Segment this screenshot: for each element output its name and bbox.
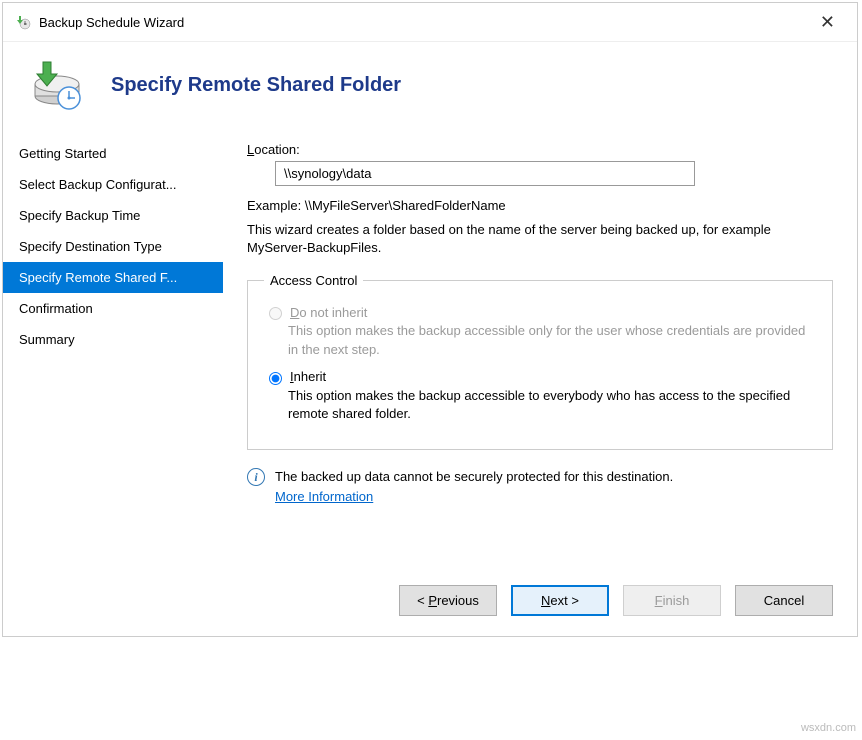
cancel-button[interactable]: Cancel bbox=[735, 585, 833, 616]
location-example: Example: \\MyFileServer\SharedFolderName bbox=[247, 198, 833, 213]
radio-do-not-inherit-label: Do not inherit bbox=[290, 305, 367, 320]
wizard-header-icon bbox=[27, 60, 87, 110]
finish-button: Finish bbox=[623, 585, 721, 616]
titlebar: Backup Schedule Wizard ✕ bbox=[3, 3, 857, 42]
info-message: The backed up data cannot be securely pr… bbox=[275, 469, 673, 484]
wizard-button-bar: < Previous Next > Finish Cancel bbox=[3, 567, 857, 636]
wizard-header: Specify Remote Shared Folder bbox=[3, 42, 857, 134]
access-control-group: Access Control Do not inherit This optio… bbox=[247, 273, 833, 450]
previous-button[interactable]: < Previous bbox=[399, 585, 497, 616]
next-button[interactable]: Next > bbox=[511, 585, 609, 616]
location-label: Location: bbox=[247, 142, 833, 157]
radio-inherit-desc: This option makes the backup accessible … bbox=[288, 387, 816, 423]
step-destination-type[interactable]: Specify Destination Type bbox=[3, 231, 223, 262]
wizard-steps-sidebar: Getting Started Select Backup Configurat… bbox=[3, 134, 223, 507]
info-panel: i The backed up data cannot be securely … bbox=[247, 468, 833, 506]
step-getting-started[interactable]: Getting Started bbox=[3, 138, 223, 169]
page-title: Specify Remote Shared Folder bbox=[111, 74, 401, 97]
access-control-legend: Access Control bbox=[264, 273, 363, 288]
step-select-configuration[interactable]: Select Backup Configurat... bbox=[3, 169, 223, 200]
more-information-link[interactable]: More Information bbox=[275, 488, 373, 506]
wizard-description: This wizard creates a folder based on th… bbox=[247, 221, 833, 257]
radio-inherit-label: Inherit bbox=[290, 369, 326, 384]
location-input[interactable] bbox=[275, 161, 695, 186]
radio-inherit-input[interactable] bbox=[269, 372, 282, 385]
window-title: Backup Schedule Wizard bbox=[39, 15, 810, 30]
close-button[interactable]: ✕ bbox=[810, 11, 845, 33]
info-icon: i bbox=[247, 468, 265, 486]
step-confirmation[interactable]: Confirmation bbox=[3, 293, 223, 324]
step-backup-time[interactable]: Specify Backup Time bbox=[3, 200, 223, 231]
info-text-block: The backed up data cannot be securely pr… bbox=[275, 468, 673, 506]
radio-do-not-inherit-desc: This option makes the backup accessible … bbox=[288, 322, 816, 358]
radio-do-not-inherit-input bbox=[269, 307, 282, 320]
step-remote-shared-folder[interactable]: Specify Remote Shared F... bbox=[3, 262, 223, 293]
watermark: wsxdn.com bbox=[801, 722, 856, 734]
radio-do-not-inherit: Do not inherit bbox=[264, 304, 816, 320]
radio-inherit[interactable]: Inherit bbox=[264, 369, 816, 385]
wizard-window: Backup Schedule Wizard ✕ Specify Remote … bbox=[2, 2, 858, 637]
step-summary[interactable]: Summary bbox=[3, 324, 223, 355]
wizard-content: Location: Example: \\MyFileServer\Shared… bbox=[223, 134, 857, 507]
app-icon bbox=[15, 14, 31, 30]
